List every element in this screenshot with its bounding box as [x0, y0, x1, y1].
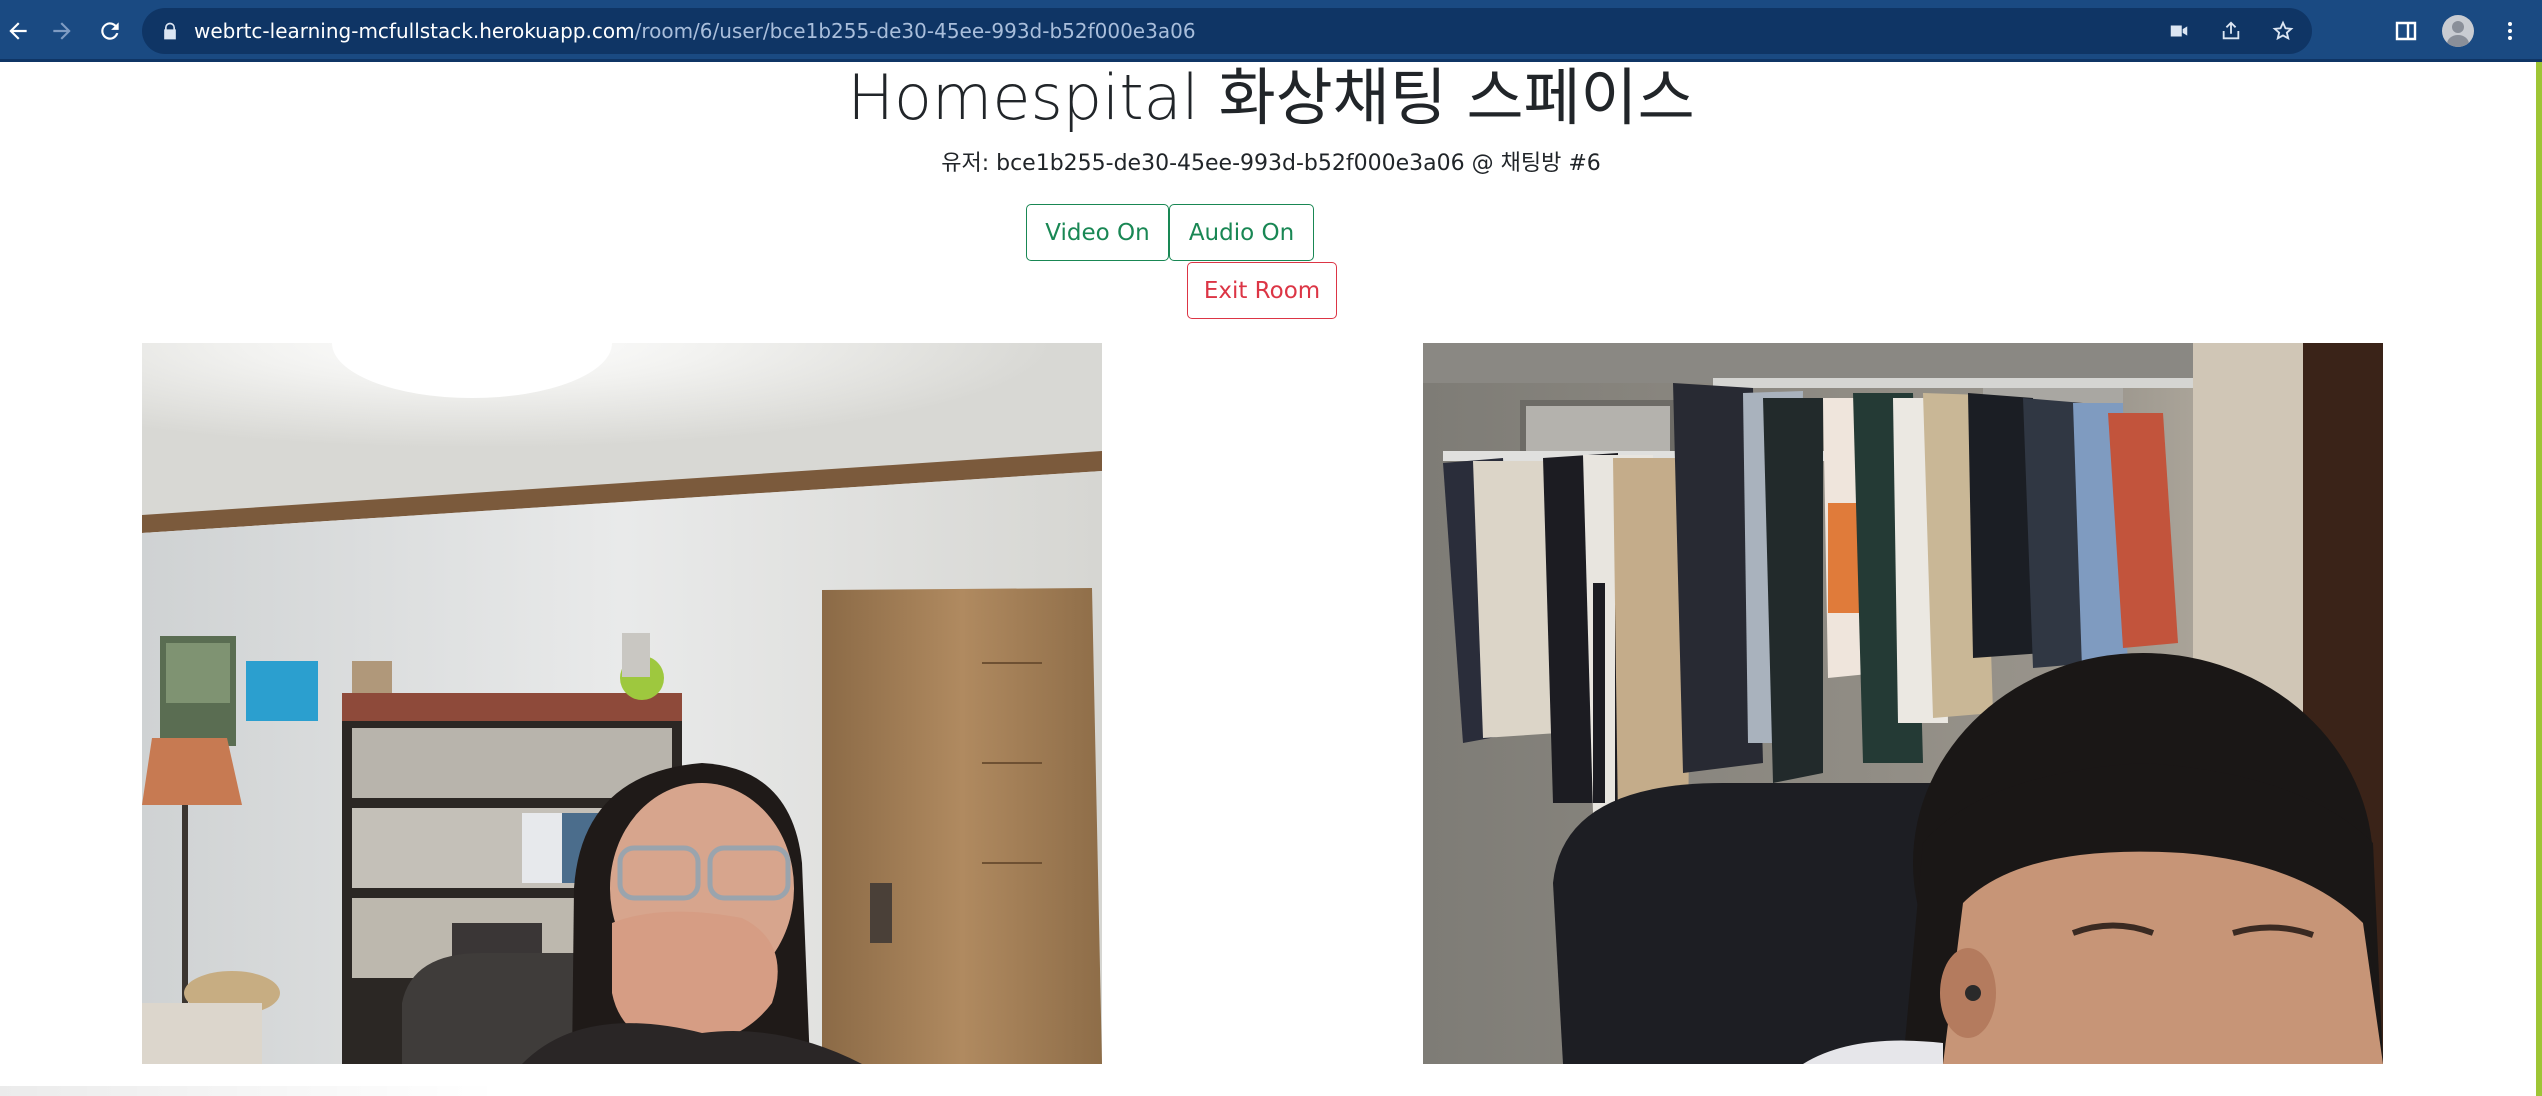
- lock-icon[interactable]: [160, 21, 180, 41]
- remote-video: [1423, 343, 2383, 1064]
- browser-toolbar: webrtc-learning-mcfullstack.herokuapp.co…: [0, 0, 2542, 62]
- back-arrow-icon[interactable]: [0, 13, 36, 49]
- window-edge: [2536, 62, 2542, 1096]
- url-host: webrtc-learning-mcfullstack.herokuapp.co…: [194, 19, 635, 43]
- exit-room-button[interactable]: Exit Room: [1187, 262, 1337, 319]
- page-bottom-shadow: [0, 1086, 500, 1096]
- local-video: [142, 343, 1102, 1064]
- page-title: Homespital 화상채팅 스페이스: [847, 61, 1695, 134]
- share-icon[interactable]: [2220, 20, 2242, 42]
- audio-toggle-button[interactable]: Audio On: [1169, 204, 1314, 261]
- reload-icon[interactable]: [92, 13, 128, 49]
- profile-avatar[interactable]: [2442, 15, 2474, 47]
- side-panel-icon[interactable]: [2394, 19, 2418, 43]
- forward-arrow-icon[interactable]: [44, 13, 80, 49]
- star-icon[interactable]: [2272, 20, 2294, 42]
- video-toggle-button[interactable]: Video On: [1026, 204, 1169, 261]
- camera-icon[interactable]: [2168, 20, 2190, 42]
- more-menu-icon[interactable]: [2498, 19, 2522, 43]
- url-path: /room/6/user/bce1b255-de30-45ee-993d-b52…: [634, 19, 1196, 43]
- user-info: 유저: bce1b255-de30-45ee-993d-b52f000e3a06…: [941, 151, 1601, 176]
- address-bar[interactable]: webrtc-learning-mcfullstack.herokuapp.co…: [142, 8, 2312, 54]
